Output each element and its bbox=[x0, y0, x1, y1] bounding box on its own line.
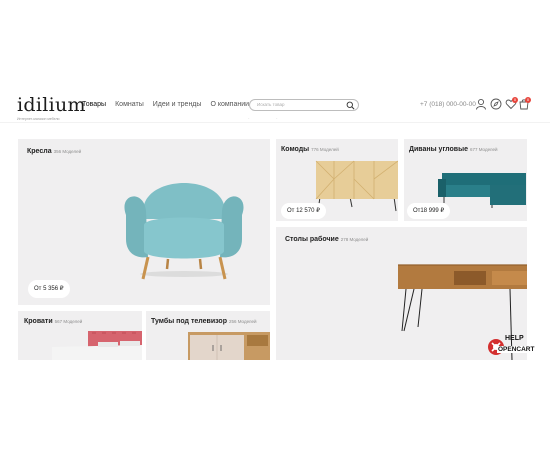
tile-title: Столы рабочие 278 Моделей bbox=[285, 236, 368, 243]
tile-count: 278 Моделей bbox=[340, 237, 369, 242]
category-tile-dressers[interactable]: Комоды 776 Моделей От 12 570 ₽ bbox=[276, 139, 398, 221]
search-input[interactable]: Искать товар bbox=[257, 102, 284, 107]
search-box[interactable]: Искать товар bbox=[249, 99, 359, 111]
tile-title-text: Диваны угловые bbox=[409, 146, 468, 153]
tile-title-text: Кровати bbox=[24, 318, 53, 325]
tile-count: 567 Моделей bbox=[54, 319, 83, 324]
user-icon[interactable] bbox=[475, 98, 487, 110]
bed-image bbox=[52, 331, 142, 360]
category-tile-corner-sofas[interactable]: Диваны угловые 677 Моделей От18 999 ₽ bbox=[404, 139, 527, 221]
sofa-image bbox=[438, 173, 526, 208]
tile-title: Комоды 776 Моделей bbox=[281, 146, 339, 153]
cart-badge: 0 bbox=[525, 97, 531, 103]
divider-dot: · bbox=[248, 116, 250, 122]
tile-title: Кровати 567 Моделей bbox=[24, 318, 82, 325]
price-badge: От18 999 ₽ bbox=[407, 203, 451, 219]
main-nav: Товары Комнаты Идеи и тренды О компании bbox=[82, 101, 249, 108]
phone-number[interactable]: +7 (018) 000-00-00 bbox=[420, 101, 476, 108]
compass-icon[interactable] bbox=[490, 98, 502, 110]
watermark-line1: HELP bbox=[505, 335, 524, 342]
site-header: idilium Интернет-магазин мебели Товары К… bbox=[0, 90, 550, 122]
tile-count: 677 Моделей bbox=[469, 147, 498, 152]
tv-stand-image bbox=[188, 332, 270, 360]
nav-item-about[interactable]: О компании bbox=[210, 101, 249, 108]
nav-item-ideas[interactable]: Идеи и тренды bbox=[153, 101, 202, 108]
tile-count: 256 Моделей bbox=[228, 319, 257, 324]
tile-title: Кресла 356 Моделей bbox=[27, 148, 81, 155]
tile-count: 356 Моделей bbox=[53, 149, 82, 154]
armchair-image bbox=[124, 183, 244, 280]
tile-title: Диваны угловые 677 Моделей bbox=[409, 146, 498, 153]
site-logo[interactable]: idilium bbox=[17, 94, 86, 116]
tile-title-text: Тумбы под телевизор bbox=[151, 318, 227, 325]
header-divider bbox=[0, 122, 550, 123]
price-badge: От 5 356 ₽ bbox=[28, 280, 70, 298]
logo-tagline: Интернет-магазин мебели bbox=[17, 117, 60, 121]
tile-title-text: Комоды bbox=[281, 146, 310, 153]
search-icon[interactable] bbox=[346, 101, 355, 110]
category-tile-beds[interactable]: Кровати 567 Моделей bbox=[18, 311, 142, 360]
watermark-line2: OPENCART bbox=[497, 346, 536, 353]
tile-title: Тумбы под телевизор 256 Моделей bbox=[151, 318, 257, 325]
price-badge: От 12 570 ₽ bbox=[281, 203, 326, 219]
divider-dot: · bbox=[276, 116, 278, 122]
nav-item-rooms[interactable]: Комнаты bbox=[115, 101, 144, 108]
tile-title-text: Кресла bbox=[27, 148, 52, 155]
category-tile-tv-stands[interactable]: Тумбы под телевизор 256 Моделей bbox=[146, 311, 270, 360]
tile-title-text: Столы рабочие bbox=[285, 236, 339, 243]
dresser-image bbox=[315, 160, 398, 212]
category-tile-armchairs[interactable]: Кресла 356 Моделей От 5 356 ₽ bbox=[18, 139, 270, 305]
tile-count: 776 Моделей bbox=[311, 147, 339, 152]
nav-item-products[interactable]: Товары bbox=[82, 101, 106, 108]
